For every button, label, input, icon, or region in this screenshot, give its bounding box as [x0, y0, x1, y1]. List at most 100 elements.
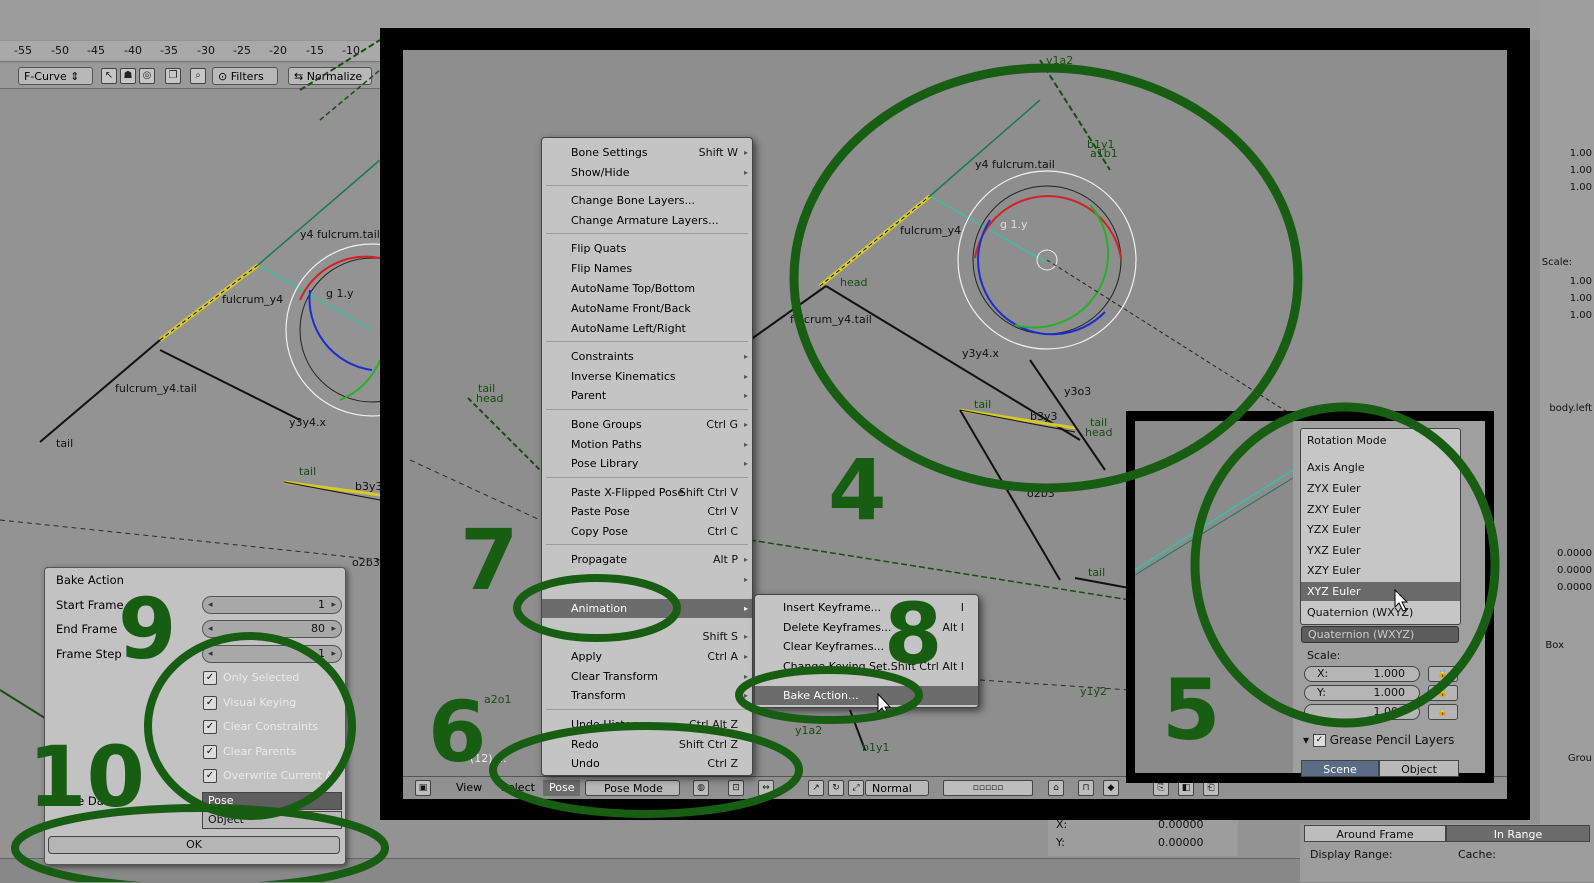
rotation-option[interactable]: Axis Angle [1301, 458, 1460, 477]
scale-y-field[interactable]: Y: 1.000 [1304, 685, 1420, 701]
increment-icon[interactable]: ▸ [331, 597, 336, 613]
grease-pencil-panel-header[interactable]: ▾ ✓ Grease Pencil Layers [1303, 733, 1454, 747]
layers-icon[interactable]: ▫▫▫▫▫ [943, 780, 1033, 796]
editor-type-icon[interactable]: ▣ [415, 780, 431, 796]
menu-item-motion-paths[interactable]: Motion Paths ▸ [542, 435, 752, 454]
menu-item-insert-keyframe[interactable]: Insert Keyframe... I [755, 598, 978, 617]
scale-x-field[interactable]: X: 1.000 [1304, 666, 1420, 682]
decrement-icon[interactable]: ◂ [208, 646, 213, 662]
menu-item-flip-names[interactable]: Flip Names [542, 259, 752, 278]
normalize-toggle[interactable]: ⇆ Normalize [288, 67, 372, 85]
visual-keying-checkbox[interactable]: ✓ Visual Keying [203, 695, 296, 711]
increment-icon[interactable]: ▸ [331, 646, 336, 662]
menu-item-show-hide[interactable]: Show/Hide ▸ [542, 163, 752, 182]
decrement-icon[interactable]: ◂ [208, 621, 213, 637]
filters-button[interactable]: ⊙ Filters [212, 67, 278, 85]
menu-item-change-bone-layers[interactable]: Change Bone Layers... [542, 191, 752, 210]
menu-item-pose-library[interactable]: Pose Library ▸ [542, 454, 752, 473]
rotation-option[interactable]: Quaternion (WXYZ) [1301, 603, 1460, 622]
menu-item-flip-quats[interactable]: Flip Quats [542, 239, 752, 258]
menu-item-delete-keyframes[interactable]: Delete Keyframes... Alt I [755, 618, 978, 637]
overwrite-current-checkbox[interactable]: ✓ Overwrite Current A [203, 768, 333, 784]
menu-item-animation[interactable]: Animation ▸ [542, 599, 752, 618]
frame-step-field[interactable]: ◂ 1 ▸ [202, 645, 342, 663]
increment-icon[interactable]: ▸ [331, 621, 336, 637]
rotation-option-selected[interactable]: XYZ Euler [1301, 582, 1460, 601]
lock-icon[interactable]: 🔒 [1428, 685, 1458, 701]
menu-item-bone-groups[interactable]: Bone Groups Ctrl G ▸ [542, 415, 752, 434]
keyframe-icon[interactable]: ◆ [1103, 780, 1119, 796]
object-tab[interactable]: Object [1379, 760, 1459, 777]
menu-item-copy-pose[interactable]: Copy Pose Ctrl C [542, 522, 752, 541]
scale-icon[interactable]: ⤢ [848, 780, 864, 796]
rotation-option[interactable]: ZYX Euler [1301, 479, 1460, 498]
menu-item-inverse-kinematics[interactable]: Inverse Kinematics ▸ [542, 367, 752, 386]
pose-menu-button[interactable]: Pose [543, 780, 581, 796]
prop-label: Scale: [1541, 257, 1572, 268]
zoom-icon[interactable]: ⌕ [190, 68, 206, 84]
decrement-icon[interactable]: ◂ [208, 597, 213, 613]
frame-ruler[interactable]: -55 -50 -45 -40 -35 -30 -25 -20 -15 -10 [0, 41, 390, 62]
menu-item-paste-x-flipped-pose[interactable]: Paste X-Flipped Pose Shift Ctrl V [542, 483, 752, 502]
menu-item-clear-keyframes[interactable]: Clear Keyframes... [755, 637, 978, 656]
rotation-mode-select[interactable]: Quaternion (WXYZ) [1301, 626, 1459, 643]
in-range-button[interactable]: In Range [1446, 825, 1590, 842]
bake-data-object-option[interactable]: Object [202, 811, 342, 829]
lock-icon[interactable]: 🔒 [1428, 666, 1458, 682]
select-menu[interactable]: Select [501, 780, 535, 796]
scene-tab[interactable]: Scene [1301, 760, 1379, 777]
pivot-icon[interactable]: ⊡ [728, 780, 744, 796]
rotation-option[interactable]: XZY Euler [1301, 561, 1460, 580]
end-frame-field[interactable]: ◂ 80 ▸ [202, 620, 342, 638]
rotation-option[interactable]: YXZ Euler [1301, 541, 1460, 560]
ghost-icon[interactable]: ☗ [120, 68, 136, 84]
mode-select[interactable]: Pose Mode [585, 780, 680, 796]
menu-item-paste-pose[interactable]: Paste Pose Ctrl V [542, 502, 752, 521]
view-menu[interactable]: View [456, 780, 482, 796]
menu-item-autoname-top-bottom[interactable]: AutoName Top/Bottom [542, 279, 752, 298]
menu-item-bone-settings[interactable]: Bone Settings Shift W ▸ [542, 143, 752, 162]
menu-item-unlabeled[interactable]: ▸ [542, 570, 752, 589]
menu-item-clear-transform[interactable]: Clear Transform ▸ [542, 667, 752, 686]
translate-icon[interactable]: ↗ [808, 780, 824, 796]
menu-item-bake-action[interactable]: Bake Action... [755, 686, 978, 705]
scale-z-field[interactable]: 1.000 [1304, 704, 1420, 720]
viewport-shading-icon[interactable]: ◍ [693, 780, 709, 796]
rotation-option[interactable]: YZX Euler [1301, 520, 1460, 539]
rotation-option[interactable]: ZXY Euler [1301, 500, 1460, 519]
menu-item-change-keying-set[interactable]: Change Keying Set... Shift Ctrl Alt I [755, 657, 978, 676]
ok-button[interactable]: OK [48, 836, 340, 854]
menu-item-undo[interactable]: Undo Ctrl Z [542, 754, 752, 773]
copy-icon[interactable]: ❐ [165, 68, 181, 84]
step-number: 4 [828, 441, 887, 539]
snap-icon[interactable]: ⊓ [1078, 780, 1094, 796]
cursor-icon[interactable]: ↖ [101, 68, 117, 84]
menu-item-parent[interactable]: Parent ▸ [542, 386, 752, 405]
start-frame-field[interactable]: ◂ 1 ▸ [202, 596, 342, 614]
menu-item-undo-history[interactable]: Undo History Ctrl Alt Z [542, 715, 752, 734]
menu-item-redo[interactable]: Redo Shift Ctrl Z [542, 735, 752, 754]
menu-item-autoname-left-right[interactable]: AutoName Left/Right [542, 319, 752, 338]
only-selected-checkbox[interactable]: ✓ Only Selected [203, 670, 299, 686]
manipulator-icon[interactable]: ⇔ [758, 780, 774, 796]
menu-item-transform[interactable]: Transform ▸ [542, 686, 752, 705]
y-value[interactable]: 0.00000 [1158, 836, 1204, 849]
clear-constraints-checkbox[interactable]: ✓ Clear Constraints [203, 719, 318, 735]
rotate-icon[interactable]: ↻ [828, 780, 844, 796]
menu-item-autoname-front-back[interactable]: AutoName Front/Back [542, 299, 752, 318]
target-icon[interactable]: ◎ [139, 68, 155, 84]
menu-item-snap[interactable]: Shift S ▸ [542, 627, 752, 646]
around-frame-button[interactable]: Around Frame [1304, 825, 1446, 842]
fcurve-mode-select[interactable]: F-Curve ⇕ [18, 67, 93, 85]
lock-icon[interactable]: ⌂ [1048, 780, 1064, 796]
transform-orientation-select[interactable]: Normal [865, 780, 929, 796]
menu-item-change-armature-layers[interactable]: Change Armature Layers... [542, 211, 752, 230]
bone-label: y4 fulcrum.tail [300, 228, 380, 241]
bake-data-pose-option[interactable]: Pose [202, 792, 342, 810]
lock-icon[interactable]: 🔒 [1428, 704, 1458, 720]
clear-parents-checkbox[interactable]: ✓ Clear Parents [203, 744, 296, 760]
menu-item-propagate[interactable]: Propagate Alt P ▸ [542, 550, 752, 569]
menu-item-apply[interactable]: Apply Ctrl A ▸ [542, 647, 752, 666]
check-icon: ✓ [203, 769, 217, 783]
menu-item-constraints[interactable]: Constraints ▸ [542, 347, 752, 366]
